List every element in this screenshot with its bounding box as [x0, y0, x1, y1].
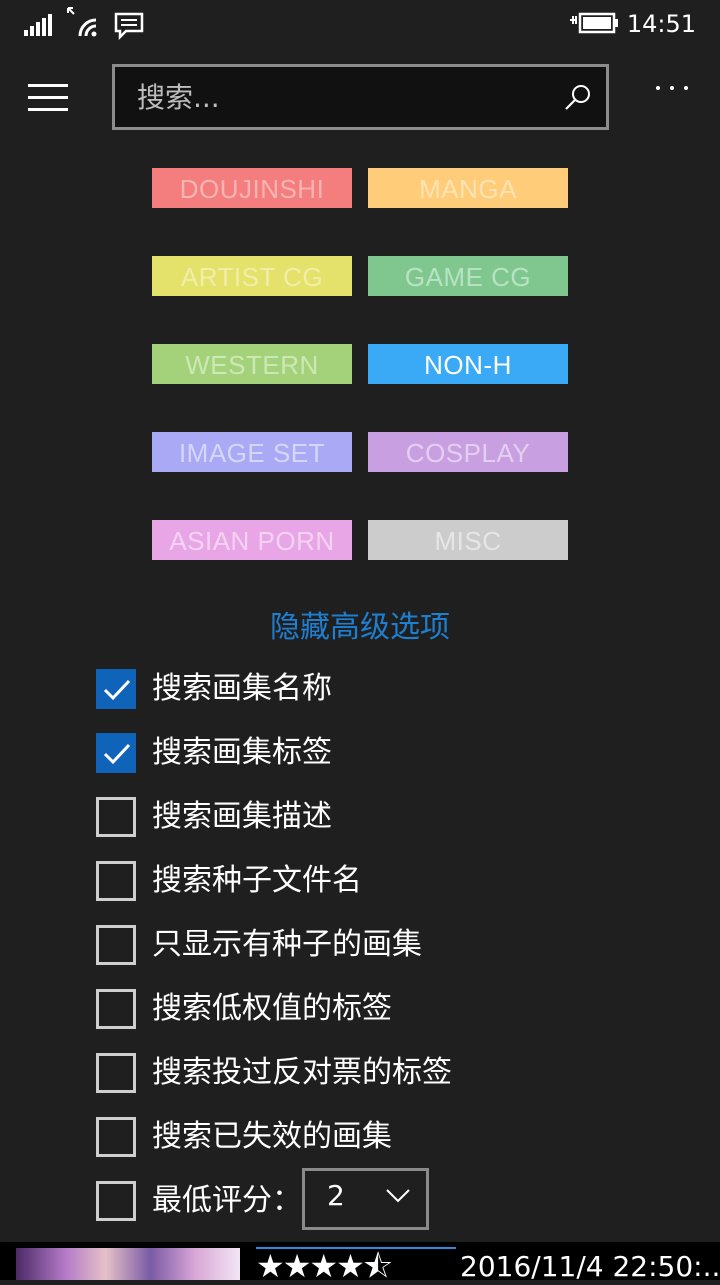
battery-icon	[570, 12, 618, 34]
category-doujinshi[interactable]: DOUJINSHI	[152, 168, 352, 208]
message-icon	[114, 12, 144, 40]
category-western[interactable]: WESTERN	[152, 344, 352, 384]
clock-time: 14:51	[626, 10, 696, 38]
checkbox[interactable]	[96, 1181, 136, 1221]
checkbox[interactable]	[96, 1053, 136, 1093]
chevron-down-icon	[386, 1189, 410, 1203]
checkbox[interactable]	[96, 861, 136, 901]
category-manga[interactable]: MANGA	[368, 168, 568, 208]
minimum-rating-select[interactable]: 2	[302, 1168, 429, 1230]
checkmark-icon	[103, 679, 131, 701]
checkbox[interactable]	[96, 925, 136, 965]
category-non-h[interactable]: NON-H	[368, 344, 568, 384]
category-image-set[interactable]: IMAGE SET	[152, 432, 352, 472]
option-label: 搜索画集描述	[152, 799, 332, 834]
option-label: 最低评分：	[152, 1183, 302, 1218]
option-label: 搜索画集名称	[152, 671, 332, 706]
category-cosplay[interactable]: COSPLAY	[368, 432, 568, 472]
gallery-thumbnail[interactable]	[16, 1248, 240, 1280]
checkbox[interactable]	[96, 669, 136, 709]
option-label: 只显示有种子的画集	[152, 927, 422, 962]
category-misc[interactable]: MISC	[368, 520, 568, 560]
checkbox[interactable]	[96, 797, 136, 837]
signal-icon	[24, 14, 52, 36]
hide-advanced-options-link[interactable]: 隐藏高级选项	[0, 602, 720, 646]
option-label: 搜索种子文件名	[152, 863, 362, 898]
checkmark-icon	[103, 743, 131, 765]
option-label: 搜索画集标签	[152, 735, 332, 770]
status-bar: 14:51	[0, 0, 720, 48]
search-box	[112, 64, 609, 130]
category-game-cg[interactable]: GAME CG	[368, 256, 568, 296]
rating-stars: ★★★★⯪	[256, 1247, 393, 1285]
category-artist-cg[interactable]: ARTIST CG	[152, 256, 352, 296]
option-label: 搜索低权值的标签	[152, 991, 392, 1026]
option-label: 搜索投过反对票的标签	[152, 1055, 452, 1090]
posted-date: 2016/11/4 22:50:...	[460, 1250, 720, 1283]
search-input[interactable]	[115, 67, 567, 127]
search-icon[interactable]	[564, 83, 592, 111]
checkbox[interactable]	[96, 989, 136, 1029]
hamburger-menu-icon[interactable]	[28, 84, 68, 112]
select-value: 2	[327, 1179, 345, 1212]
category-asian-porn[interactable]: ASIAN PORN	[152, 520, 352, 560]
more-options-icon[interactable]	[656, 82, 690, 94]
checkbox[interactable]	[96, 733, 136, 773]
checkbox[interactable]	[96, 1117, 136, 1157]
app-bar	[0, 60, 720, 132]
wifi-icon	[67, 7, 97, 37]
option-label: 搜索已失效的画集	[152, 1119, 392, 1154]
